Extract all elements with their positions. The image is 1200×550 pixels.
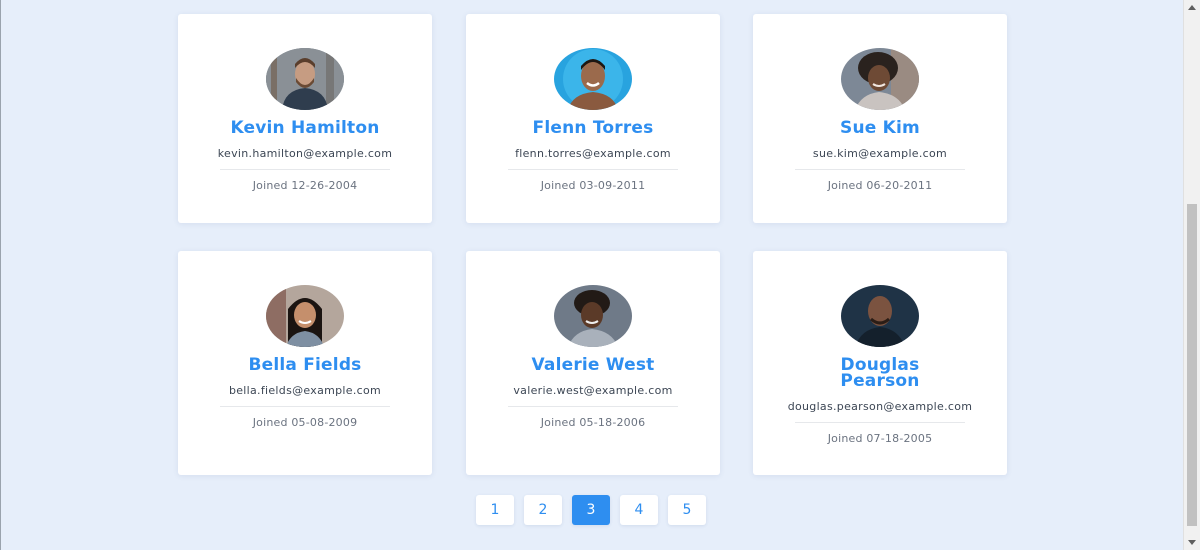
pagination: 1 2 3 4 5 — [476, 495, 706, 525]
avatar — [266, 285, 344, 347]
joined-date: Joined 07-18-2005 — [827, 432, 933, 445]
user-card: Sue Kim sue.kim@example.com Joined 06-20… — [753, 14, 1007, 223]
user-email: valerie.west@example.com — [513, 384, 673, 397]
user-name: Douglas Pearson — [840, 355, 920, 391]
divider — [795, 169, 965, 170]
user-card: Flenn Torres flenn.torres@example.com Jo… — [466, 14, 720, 223]
joined-date: Joined 03-09-2011 — [540, 179, 646, 192]
joined-date: Joined 05-08-2009 — [252, 416, 358, 429]
user-grid-page: Kevin Hamilton kevin.hamilton@example.co… — [1, 0, 1183, 550]
page-button-3-active[interactable]: 3 — [572, 495, 610, 525]
vertical-scrollbar[interactable] — [1183, 0, 1200, 550]
user-email: douglas.pearson@example.com — [787, 400, 973, 413]
joined-date: Joined 06-20-2011 — [827, 179, 933, 192]
avatar — [266, 48, 344, 110]
user-card: Douglas Pearson douglas.pearson@example.… — [753, 251, 1007, 475]
page-button-5[interactable]: 5 — [668, 495, 706, 525]
user-card: Kevin Hamilton kevin.hamilton@example.co… — [178, 14, 432, 223]
avatar — [841, 48, 919, 110]
divider — [508, 406, 678, 407]
scrollbar-thumb[interactable] — [1187, 204, 1197, 526]
user-card: Bella Fields bella.fields@example.com Jo… — [178, 251, 432, 475]
divider — [795, 422, 965, 423]
user-name: Bella Fields — [248, 355, 362, 375]
scroll-down-arrow-icon[interactable] — [1188, 540, 1196, 545]
divider — [220, 169, 390, 170]
joined-date: Joined 12-26-2004 — [252, 179, 358, 192]
user-card: Valerie West valerie.west@example.com Jo… — [466, 251, 720, 475]
page-button-1[interactable]: 1 — [476, 495, 514, 525]
scroll-up-arrow-icon[interactable] — [1188, 5, 1196, 10]
user-email: kevin.hamilton@example.com — [217, 147, 393, 160]
user-name: Sue Kim — [840, 118, 920, 138]
user-name: Flenn Torres — [532, 118, 654, 138]
page-button-2[interactable]: 2 — [524, 495, 562, 525]
user-name: Valerie West — [531, 355, 655, 375]
avatar — [841, 285, 919, 347]
user-email: sue.kim@example.com — [812, 147, 948, 160]
avatar — [554, 48, 632, 110]
user-email: bella.fields@example.com — [228, 384, 382, 397]
divider — [220, 406, 390, 407]
page-button-4[interactable]: 4 — [620, 495, 658, 525]
avatar — [554, 285, 632, 347]
user-email: flenn.torres@example.com — [515, 147, 671, 160]
divider — [508, 169, 678, 170]
joined-date: Joined 05-18-2006 — [540, 416, 646, 429]
user-name: Kevin Hamilton — [230, 118, 380, 138]
